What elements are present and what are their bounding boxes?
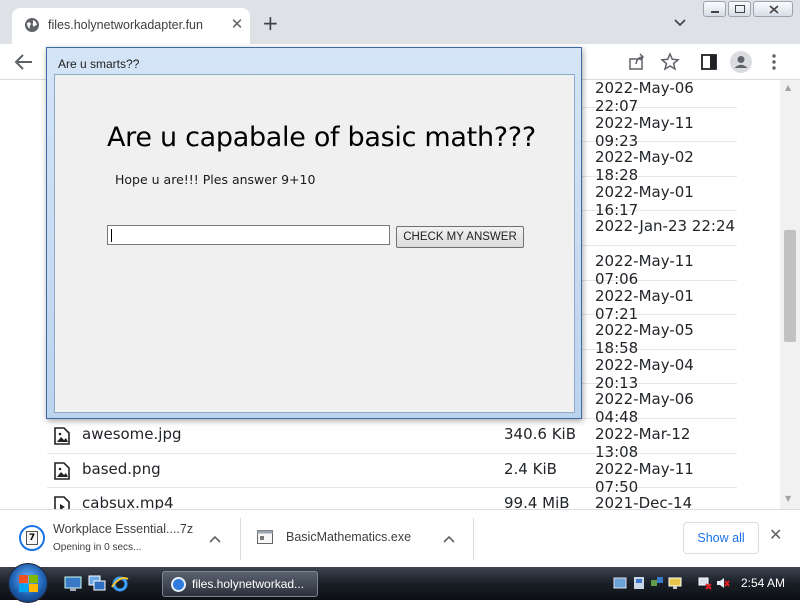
download-item-2[interactable]: BasicMathematics.exe xyxy=(248,514,466,564)
check-answer-button[interactable]: CHECK MY ANSWER xyxy=(396,226,524,248)
file-size: 2.4 KiB xyxy=(504,459,557,478)
taskbar-chrome-button[interactable]: files.holynetworkad... xyxy=(162,571,318,597)
switch-windows-icon[interactable] xyxy=(88,575,106,592)
file-size: 99.4 MiB xyxy=(504,494,570,509)
show-all-downloads-button[interactable]: Show all xyxy=(683,522,759,554)
maximize-icon xyxy=(735,5,745,13)
windows-logo-icon xyxy=(19,575,38,592)
video-file-icon xyxy=(54,496,70,509)
profile-avatar-icon[interactable] xyxy=(730,51,752,73)
minimize-button[interactable] xyxy=(703,1,726,17)
scrollbar-thumb[interactable] xyxy=(784,230,796,342)
browser-tab[interactable]: files.holynetworkadapter.fun ✕ xyxy=(12,8,250,44)
bookmark-star-icon[interactable] xyxy=(660,52,680,72)
image-file-icon xyxy=(54,427,70,445)
download-item-1[interactable]: 7 Workplace Essential....7z Opening in 0… xyxy=(10,514,232,564)
page-scrollbar[interactable]: ▲ ▼ xyxy=(780,80,800,509)
chevron-up-icon[interactable] xyxy=(442,532,456,546)
window-close-button[interactable] xyxy=(753,1,793,17)
download-progress-icon: 7 xyxy=(19,525,45,551)
internet-explorer-icon[interactable] xyxy=(111,575,129,592)
shelf-divider xyxy=(240,518,241,560)
text-caret xyxy=(111,229,112,242)
start-button[interactable] xyxy=(8,563,48,603)
close-shelf-icon[interactable]: ✕ xyxy=(769,527,782,543)
file-date: 2021-Dec-14 05:38 xyxy=(595,494,693,509)
tray-app-icon[interactable] xyxy=(613,576,627,590)
scroll-down-icon[interactable]: ▼ xyxy=(785,494,791,503)
image-file-icon xyxy=(54,461,70,480)
download-2-name: BasicMathematics.exe xyxy=(286,530,412,544)
answer-input[interactable] xyxy=(107,225,390,245)
system-clock: 2:54 AM xyxy=(741,576,786,590)
show-desktop-icon[interactable] xyxy=(64,575,82,592)
file-name[interactable]: cabsux.mp4 xyxy=(82,494,174,509)
network-disconnected-icon[interactable] xyxy=(698,576,712,590)
tray-network-icon[interactable] xyxy=(650,576,664,590)
dialog-heading: Are u capabale of basic math??? xyxy=(107,122,536,153)
side-panel-icon[interactable] xyxy=(699,52,719,72)
download-1-status: Opening in 0 secs... xyxy=(53,542,142,553)
minimize-icon xyxy=(711,11,719,13)
file-date: 2022-Jan-23 22:24 xyxy=(595,217,736,236)
file-name[interactable]: awesome.jpg xyxy=(82,425,182,443)
chevron-up-icon[interactable] xyxy=(208,532,222,546)
more-menu-icon[interactable] xyxy=(764,52,784,72)
file-size: 340.6 KiB xyxy=(504,425,577,443)
math-dialog-window: Are u smarts?? Are u capabale of basic m… xyxy=(46,47,582,419)
close-icon xyxy=(769,5,779,14)
download-1-name: Workplace Essential....7z xyxy=(53,522,194,536)
tab-search-chevron-icon[interactable] xyxy=(671,13,689,31)
dialog-prompt: Hope u are!!! Ples answer 9+10 xyxy=(115,172,316,187)
taskbar-task-title: files.holynetworkad... xyxy=(192,577,305,591)
tab-title: files.holynetworkadapter.fun xyxy=(48,18,203,32)
exe-file-icon xyxy=(257,530,273,544)
share-icon[interactable] xyxy=(627,52,647,72)
maximize-button[interactable] xyxy=(728,1,751,17)
tab-close-icon[interactable]: ✕ xyxy=(228,15,246,33)
dialog-body: Are u capabale of basic math??? Hope u a… xyxy=(54,74,575,413)
new-tab-button[interactable]: + xyxy=(262,13,279,33)
file-name[interactable]: based.png xyxy=(82,460,161,478)
dialog-title: Are u smarts?? xyxy=(58,57,140,71)
globe-icon xyxy=(25,18,39,32)
windows-taskbar: files.holynetworkad... 2:54 AM xyxy=(0,563,800,603)
file-row[interactable]: awesome.jpg 340.6 KiB 2022-Mar-12 13:08 xyxy=(47,419,737,461)
tray-monitor-icon[interactable] xyxy=(668,576,682,590)
tray-device-icon[interactable] xyxy=(632,576,646,590)
back-arrow-icon[interactable] xyxy=(14,53,34,71)
tab-strip: files.holynetworkadapter.fun ✕ + xyxy=(0,0,800,44)
chrome-icon xyxy=(171,577,186,592)
file-row[interactable]: cabsux.mp4 99.4 MiB 2021-Dec-14 05:38 xyxy=(47,488,737,509)
download-shelf: 7 Workplace Essential....7z Opening in 0… xyxy=(0,509,800,567)
shelf-divider xyxy=(473,518,474,560)
scroll-up-icon[interactable]: ▲ xyxy=(785,83,791,92)
file-row[interactable]: based.png 2.4 KiB 2022-May-11 07:50 xyxy=(47,454,737,496)
volume-muted-icon[interactable] xyxy=(716,576,730,590)
